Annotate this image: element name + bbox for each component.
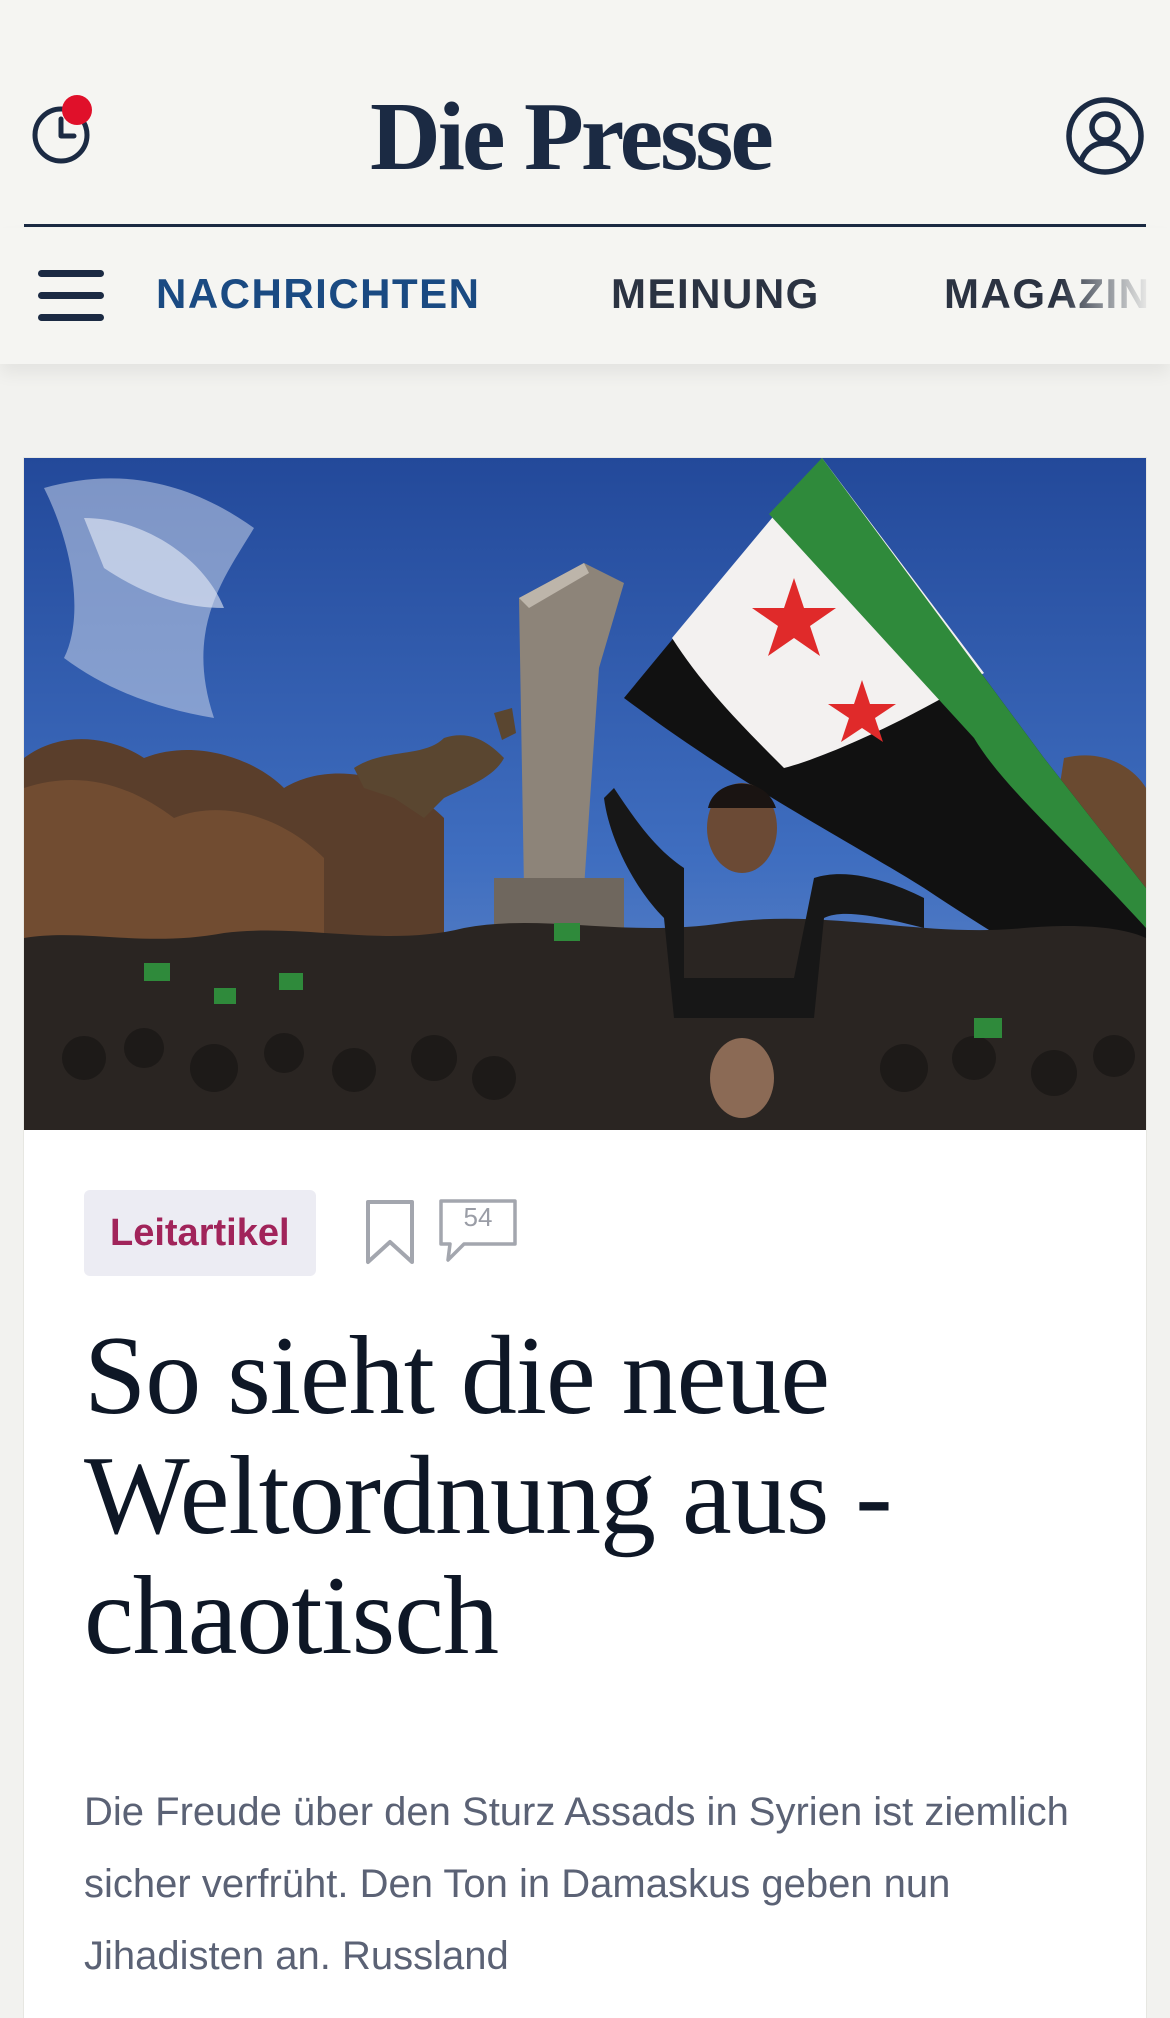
hamburger-menu-icon bbox=[38, 270, 104, 321]
article-headline[interactable]: So sieht die neue Weltordnung aus - chao… bbox=[84, 1316, 1084, 1676]
bookmark-button[interactable] bbox=[364, 1198, 416, 1266]
hero-photo bbox=[24, 458, 1146, 1130]
section-nav: NACHRICHTEN MEINUNG MAGAZIN bbox=[0, 228, 1170, 364]
comments-button[interactable]: 54 bbox=[438, 1198, 518, 1264]
account-button[interactable] bbox=[1064, 95, 1146, 177]
nav-item-meinung[interactable]: MEINUNG bbox=[611, 270, 820, 318]
nav-item-magazin[interactable]: MAGAZIN bbox=[944, 270, 1150, 318]
clock-icon bbox=[32, 95, 92, 164]
comment-count: 54 bbox=[463, 1202, 493, 1232]
hero-image[interactable] bbox=[24, 458, 1146, 1130]
nav-item-nachrichten[interactable]: NACHRICHTEN bbox=[156, 270, 481, 318]
menu-button[interactable] bbox=[38, 268, 104, 324]
bookmark-icon bbox=[366, 1200, 414, 1264]
article-lead: Die Freude über den Sturz Assads in Syri… bbox=[84, 1790, 1069, 1978]
masthead-divider bbox=[24, 224, 1146, 227]
site-logo[interactable]: Die Presse bbox=[370, 88, 774, 186]
notification-dot bbox=[62, 95, 92, 125]
article-card[interactable]: Leitartikel 54 So sieht die neue Weltord… bbox=[24, 458, 1146, 2018]
masthead: Die Presse bbox=[0, 50, 1170, 230]
user-icon bbox=[1066, 97, 1144, 175]
category-tag[interactable]: Leitartikel bbox=[84, 1190, 316, 1276]
history-button[interactable] bbox=[25, 95, 97, 167]
